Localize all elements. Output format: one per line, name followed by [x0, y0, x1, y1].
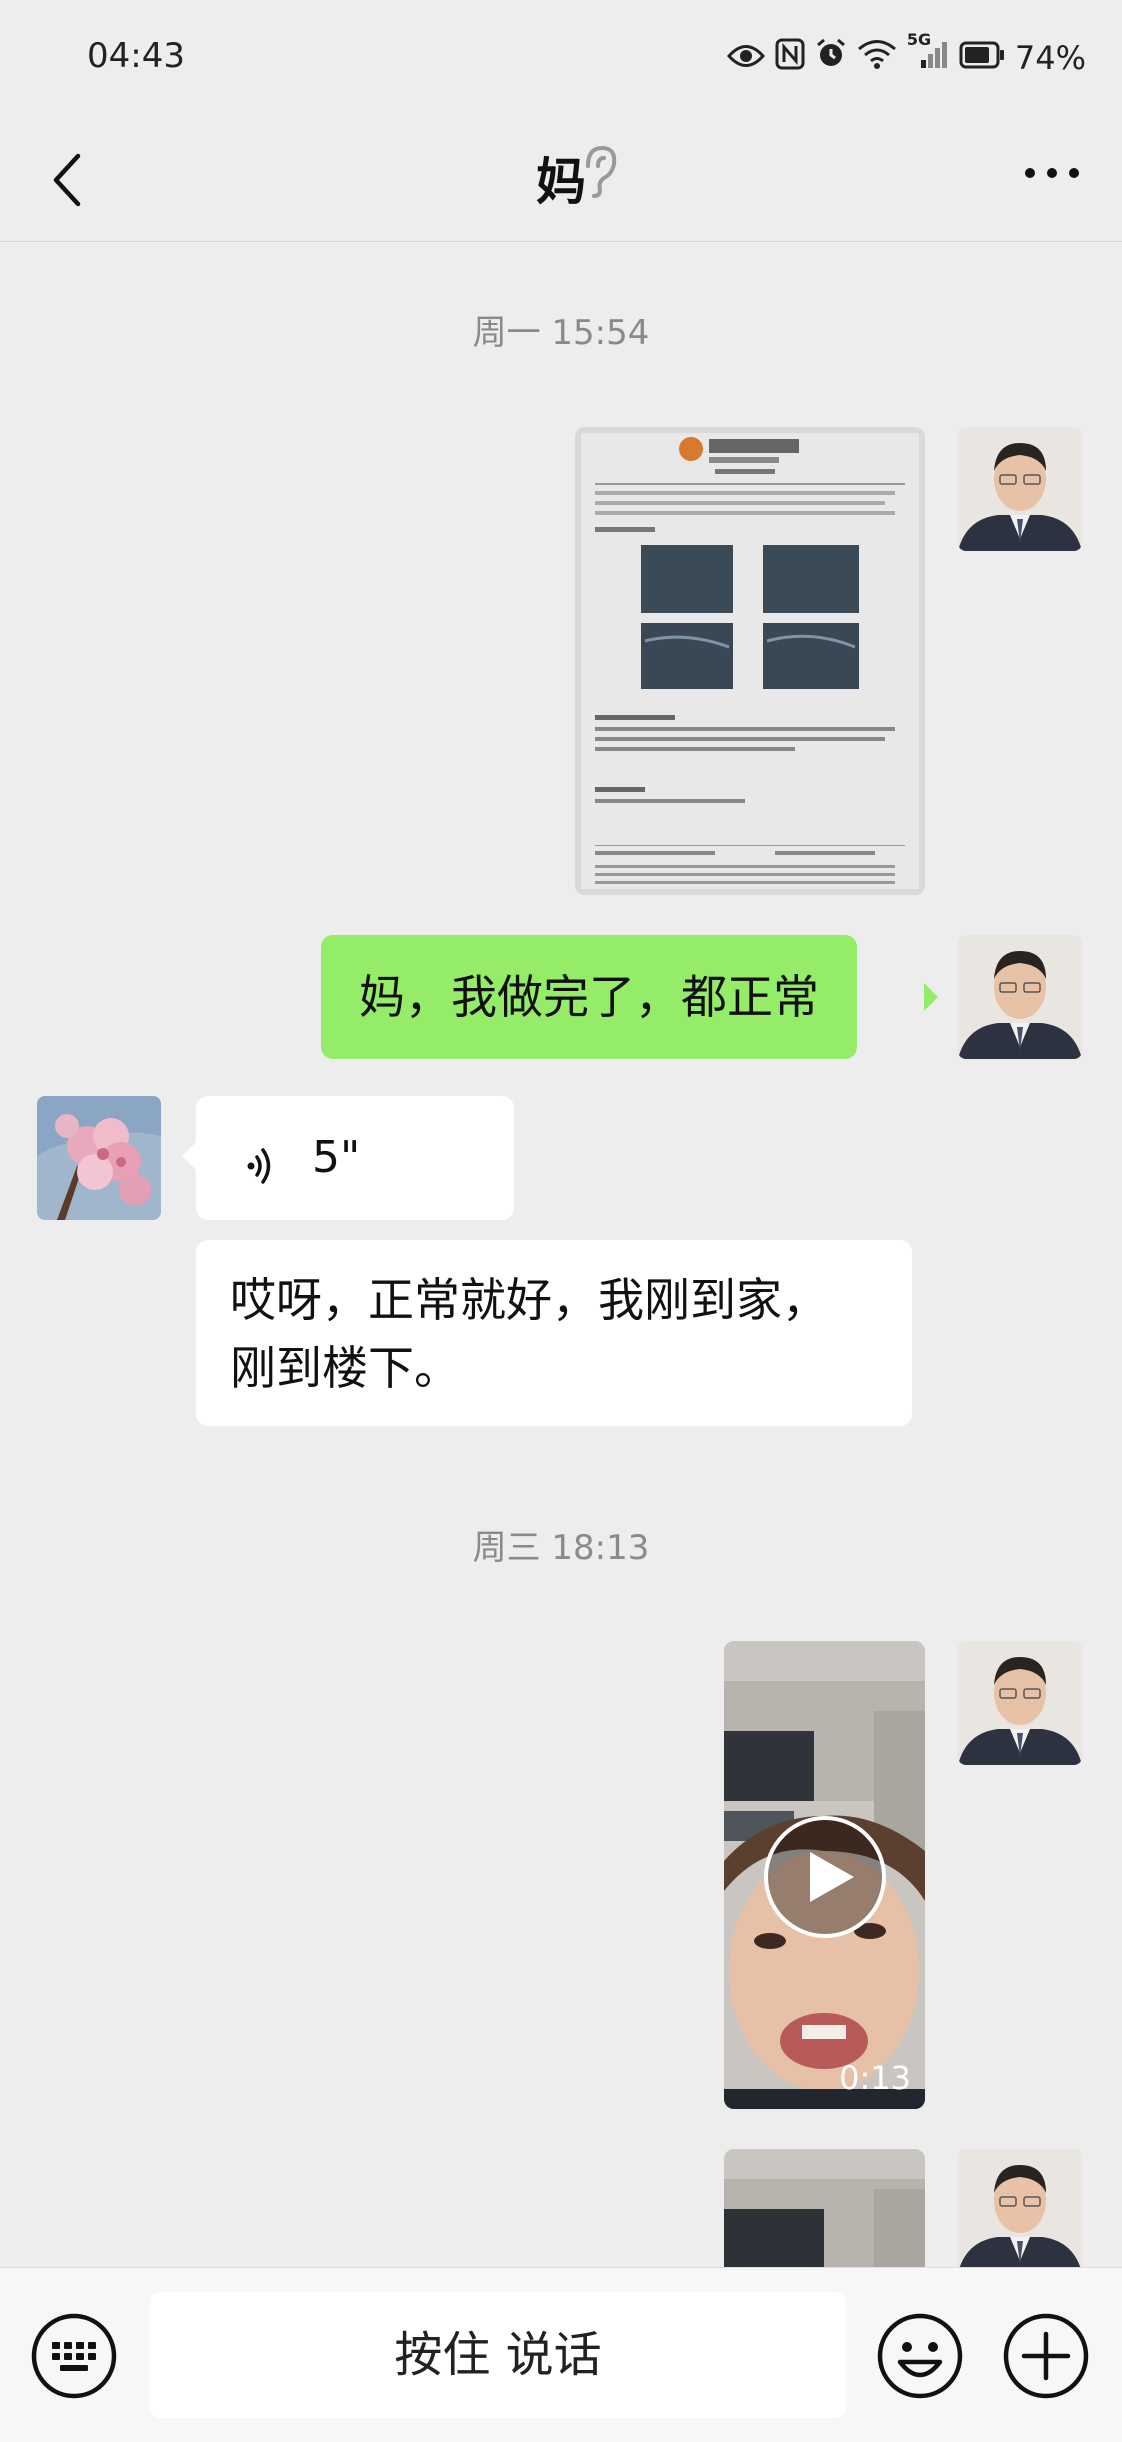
timestamp: 周一 15:54 — [472, 313, 650, 353]
bubble-tail — [924, 983, 938, 1011]
bubble-tail — [182, 1142, 196, 1170]
play-icon[interactable] — [762, 1814, 888, 1940]
my-avatar[interactable] — [958, 2149, 1082, 2267]
earpiece-mode-icon — [578, 140, 622, 202]
wifi-icon — [857, 38, 897, 78]
my-avatar[interactable] — [958, 1641, 1082, 1765]
timestamp: 周三 18:13 — [472, 1528, 650, 1568]
chat-title: 妈 — [536, 153, 586, 211]
voice-message[interactable]: 5" — [196, 1096, 514, 1220]
more-options-icon[interactable] — [1022, 158, 1082, 188]
contact-text-message[interactable]: 哎呀，正常就好，我刚到家， 刚到楼下。 — [196, 1240, 912, 1426]
my-avatar[interactable] — [958, 427, 1082, 551]
voice-wave-icon — [246, 1136, 276, 1184]
hold-to-talk-button[interactable]: 按住 说话 — [150, 2292, 846, 2418]
status-bar: 04:43 5G 74% — [0, 0, 1122, 118]
report-image-message[interactable] — [575, 427, 925, 895]
message-line: 刚到楼下。 — [230, 1341, 460, 1395]
chat-header: 妈 — [0, 118, 1122, 242]
contact-avatar[interactable] — [37, 1096, 161, 1220]
signal-icon: 5G — [907, 30, 949, 78]
message-line: 哎呀，正常就好，我刚到家， — [230, 1273, 828, 1327]
battery-icon — [959, 39, 1005, 77]
status-time: 04:43 — [87, 36, 185, 76]
keyboard-toggle-icon[interactable] — [30, 2312, 118, 2400]
alarm-icon — [815, 38, 847, 78]
video-message[interactable] — [724, 2149, 925, 2267]
message-list[interactable]: 周一 15:54 妈，我做完了，都正常 5" 哎呀，正常就好，我刚到家， 刚到楼… — [0, 243, 1122, 2267]
emoji-icon[interactable] — [876, 2312, 964, 2400]
network-label: 5G — [906, 30, 932, 49]
battery-percent: 74% — [1014, 39, 1086, 77]
nfc-icon — [775, 38, 805, 78]
eye-icon — [726, 39, 765, 77]
input-bar: 按住 说话 — [0, 2267, 1122, 2442]
plus-icon[interactable] — [1002, 2312, 1090, 2400]
my-avatar[interactable] — [958, 935, 1082, 1059]
my-text-message[interactable]: 妈，我做完了，都正常 — [321, 935, 857, 1059]
video-duration: 0:13 — [839, 2059, 911, 2097]
status-icons: 5G 74% — [726, 30, 1086, 80]
video-message[interactable]: 0:13 — [724, 1641, 925, 2109]
voice-duration: 5" — [312, 1132, 361, 1183]
